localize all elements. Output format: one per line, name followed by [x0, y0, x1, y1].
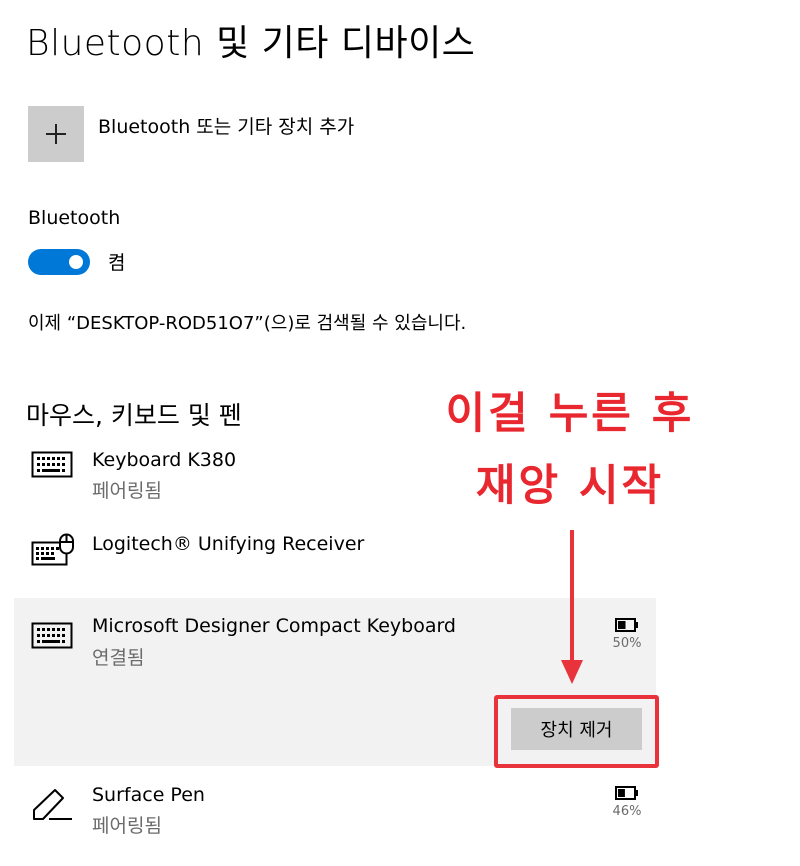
bluetooth-heading: Bluetooth — [28, 207, 121, 229]
battery-icon — [615, 618, 638, 632]
add-device-label: Bluetooth 또는 기타 장치 추가 — [98, 116, 355, 138]
device-name: Logitech® Unifying Receiver — [92, 533, 365, 555]
device-name: Surface Pen — [92, 784, 205, 806]
battery-indicator: 50% — [612, 618, 642, 651]
device-item-surface-pen[interactable]: Surface Pen 페어링됨 46% — [14, 784, 656, 844]
device-status: 연결됨 — [92, 647, 145, 669]
battery-percentage: 50% — [612, 636, 642, 651]
section-heading-mouse-keyboard-pen: 마우스, 키보드 및 펜 — [26, 401, 242, 430]
annotation-line-1: 이걸 누른 후 — [445, 389, 695, 439]
device-name: Keyboard K380 — [92, 449, 237, 471]
discoverable-text: 이제 “DESKTOP-ROD51O7”(으)로 검색될 수 있습니다. — [28, 313, 467, 334]
add-device-button[interactable]: Bluetooth 또는 기타 장치 추가 — [28, 106, 354, 162]
battery-icon — [615, 786, 638, 800]
keyboard-icon — [31, 620, 73, 654]
toggle-knob — [69, 254, 83, 269]
device-name: Microsoft Designer Compact Keyboard — [92, 615, 456, 637]
device-status: 페어링됨 — [92, 815, 162, 837]
bluetooth-toggle-row: 켬 — [28, 248, 125, 275]
device-item-designer-keyboard[interactable]: Microsoft Designer Compact Keyboard 연결됨 … — [14, 598, 656, 766]
remove-device-button[interactable]: 장치 제거 — [511, 708, 642, 750]
plus-icon — [28, 106, 84, 162]
annotation-line-2: 재앙 시작 — [475, 461, 665, 511]
bluetooth-toggle[interactable] — [28, 248, 90, 275]
page-title: Bluetooth 및 기타 디바이스 — [26, 23, 476, 64]
battery-indicator: 46% — [612, 786, 642, 819]
keyboard-icon — [31, 449, 73, 483]
device-status: 페어링됨 — [92, 480, 162, 502]
keyboard-mouse-icon — [31, 533, 77, 571]
pen-icon — [31, 788, 75, 826]
battery-percentage: 46% — [612, 804, 642, 819]
device-item-logitech-receiver[interactable]: Logitech® Unifying Receiver — [14, 533, 656, 593]
annotation-arrow-shaft — [570, 530, 574, 662]
bluetooth-toggle-state: 켬 — [108, 252, 126, 274]
annotation-arrow-head — [561, 660, 583, 684]
annotation-text: 이걸 누른 후 재앙 시작 — [410, 378, 730, 522]
